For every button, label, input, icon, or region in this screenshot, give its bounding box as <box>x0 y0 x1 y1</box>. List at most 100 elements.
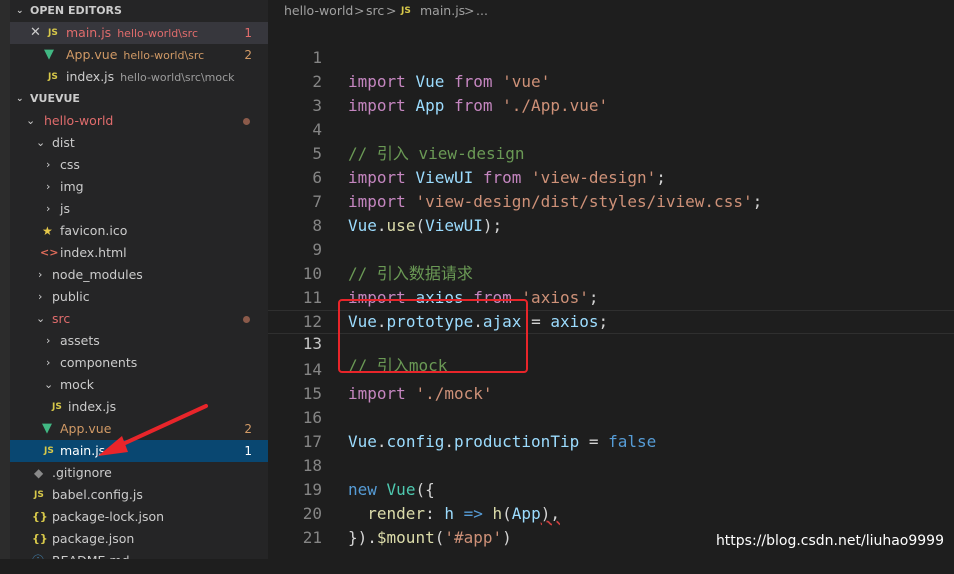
open-editor-item-index-js[interactable]: JS index.js hello-world\src\mock <box>10 66 268 88</box>
vue-file-icon: ▼ <box>42 421 52 436</box>
tree-file-package-json[interactable]: {} package.json <box>10 528 268 550</box>
code-line: 2 import App from './App.vue' <box>268 46 954 115</box>
tree-file-index-html[interactable]: <> index.html <box>10 242 268 264</box>
warning-count-badge: 2 <box>244 422 252 436</box>
tree-item-label: App.vue <box>60 421 112 436</box>
tree-folder-dist[interactable]: ⌄ dist <box>10 132 268 154</box>
chevron-right-icon: › <box>46 356 51 369</box>
open-editors-title: OPEN EDITORS <box>30 4 122 17</box>
tree-item-label: README.md <box>52 550 130 559</box>
open-editor-item-main-js[interactable]: ✕ JS main.js hello-world\src 1 <box>10 22 268 44</box>
js-file-icon: JS <box>401 6 411 16</box>
tree-folder-node-modules[interactable]: › node_modules <box>10 264 268 286</box>
annotation-highlight-box <box>338 299 528 373</box>
chevron-right-icon: › <box>38 268 43 281</box>
tree-folder-mock[interactable]: ⌄ mock <box>10 374 268 396</box>
star-icon: ★ <box>42 224 53 238</box>
tree-item-label: index.html <box>60 245 127 260</box>
open-editor-name: App.vue <box>66 47 118 62</box>
breadcrumb-separator: > <box>386 3 397 18</box>
tree-item-label: assets <box>60 333 100 348</box>
code-line: 9 // 引入数据请求 <box>268 214 954 283</box>
tree-item-label: js <box>60 201 70 216</box>
workspace-header[interactable]: ⌄ VUEVUE <box>10 88 268 110</box>
tree-file-babel-config[interactable]: JS babel.config.js <box>10 484 268 506</box>
tree-item-label: .gitignore <box>52 465 112 480</box>
tree-item-label: node_modules <box>52 267 143 282</box>
modified-dot-icon <box>243 316 250 323</box>
tree-item-label: css <box>60 157 80 172</box>
tree-file-favicon[interactable]: ★ favicon.ico <box>10 220 268 242</box>
json-file-icon: {} <box>32 532 48 545</box>
vue-file-icon: ▼ <box>44 47 54 62</box>
info-icon: ⓘ <box>32 550 44 559</box>
code-line: 1 import Vue from 'vue' <box>268 22 954 91</box>
open-editors-header[interactable]: ⌄ OPEN EDITORS <box>10 0 268 22</box>
tree-item-label: package.json <box>52 531 135 546</box>
breadcrumb-item-src[interactable]: src <box>366 0 384 22</box>
tree-folder-js[interactable]: › js <box>10 198 268 220</box>
code-line: 7 Vue.use(ViewUI); <box>268 166 954 235</box>
tree-folder-css[interactable]: › css <box>10 154 268 176</box>
code-line: 8 <box>268 190 954 235</box>
tree-file-main-js[interactable]: JS main.js 1 <box>10 440 268 462</box>
chevron-right-icon: › <box>38 290 43 303</box>
code-line: 3 <box>268 70 954 115</box>
tree-item-label: img <box>60 179 84 194</box>
line-number: 21 <box>302 528 322 547</box>
open-editor-path: hello-world\src <box>117 27 199 40</box>
code-line: 21 <box>268 502 954 547</box>
open-editor-name: index.js <box>66 69 115 84</box>
tree-item-label: public <box>52 289 90 304</box>
chevron-down-icon: ⌄ <box>16 94 24 104</box>
tree-item-label: src <box>52 311 71 326</box>
chevron-right-icon: › <box>46 202 51 215</box>
close-icon[interactable]: ✕ <box>30 22 41 44</box>
breadcrumb: hello-world > src > JS main.js > ... <box>268 0 954 22</box>
open-editor-path: hello-world\src\mock <box>120 71 235 84</box>
code-line: 17 <box>268 406 954 451</box>
code-line: 16 Vue.config.productionTip = false <box>268 382 954 451</box>
code-line: 18 new Vue({ <box>268 430 954 499</box>
explorer-sidebar: ⌄ OPEN EDITORS ✕ JS main.js hello-world\s… <box>0 0 268 559</box>
tree-file-readme[interactable]: ⓘ README.md <box>10 550 268 559</box>
chevron-down-icon: ⌄ <box>36 136 46 149</box>
tree-folder-assets[interactable]: › assets <box>10 330 268 352</box>
tree-file-app-vue[interactable]: ▼ App.vue 2 <box>10 418 268 440</box>
chevron-down-icon: ⌄ <box>26 114 36 127</box>
html-file-icon: <> <box>40 246 59 259</box>
error-count-badge: 1 <box>244 444 252 458</box>
code-line: 6 import 'view-design/dist/styles/iview.… <box>268 142 954 211</box>
js-file-icon: JS <box>48 72 58 82</box>
json-file-icon: {} <box>32 510 48 523</box>
breadcrumb-item-hello-world[interactable]: hello-world <box>284 0 353 22</box>
chevron-right-icon: › <box>46 180 51 193</box>
chevron-right-icon: › <box>46 334 51 347</box>
tree-folder-src[interactable]: ⌄ src <box>10 308 268 330</box>
chevron-down-icon: ⌄ <box>16 6 24 16</box>
breadcrumb-item-more[interactable]: ... <box>476 0 488 22</box>
open-editor-name: main.js <box>66 25 112 40</box>
activity-bar-edge <box>0 0 10 559</box>
breadcrumb-separator: > <box>354 3 365 18</box>
js-file-icon: JS <box>52 402 62 412</box>
modified-dot-icon <box>243 118 250 125</box>
tree-file-package-lock[interactable]: {} package-lock.json <box>10 506 268 528</box>
open-editor-path: hello-world\src <box>123 49 205 62</box>
watermark-text: https://blog.csdn.net/liuhao9999 <box>715 533 944 549</box>
tree-folder-hello-world[interactable]: ⌄ hello-world <box>10 110 268 132</box>
tree-item-label: main.js <box>60 443 106 458</box>
tree-item-label: index.js <box>68 399 117 414</box>
breadcrumb-item-main-js[interactable]: main.js <box>420 0 465 22</box>
js-file-icon: JS <box>34 490 44 500</box>
chevron-down-icon: ⌄ <box>44 378 54 391</box>
open-editor-item-app-vue[interactable]: ▼ App.vue hello-world\src 2 <box>10 44 268 66</box>
tree-folder-img[interactable]: › img <box>10 176 268 198</box>
tree-folder-public[interactable]: › public <box>10 286 268 308</box>
code-editor[interactable]: 1 import Vue from 'vue' 2 import App fro… <box>268 22 954 559</box>
tree-file-gitignore[interactable]: ◆ .gitignore <box>10 462 268 484</box>
chevron-down-icon: ⌄ <box>36 312 46 325</box>
tree-folder-components[interactable]: › components <box>10 352 268 374</box>
breadcrumb-separator: > <box>464 3 475 18</box>
tree-file-mock-index-js[interactable]: JS index.js <box>10 396 268 418</box>
